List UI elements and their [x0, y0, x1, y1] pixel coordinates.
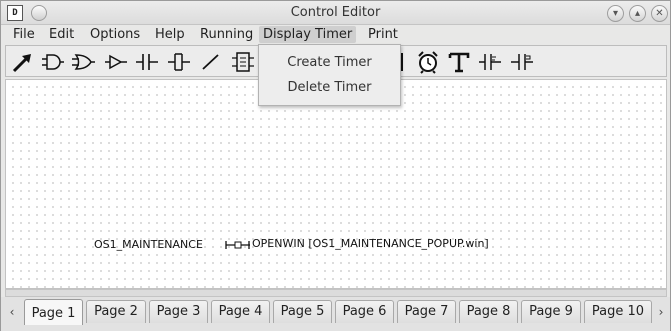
contact-icon[interactable]	[134, 49, 160, 75]
create-timer-menu-item[interactable]: Create Timer	[259, 51, 400, 75]
and-gate-icon[interactable]	[40, 49, 66, 75]
openwin-coil-symbol[interactable]	[225, 240, 251, 250]
close-button[interactable]: ✕	[651, 5, 668, 22]
positive-contact-icon[interactable]	[477, 49, 503, 75]
tab-page-8[interactable]: Page 8	[459, 300, 518, 323]
tab-scroll-right-icon[interactable]: ›	[654, 301, 668, 323]
canvas-label-openwin[interactable]: OPENWIN [OS1_MAINTENANCE_POPUP.win]	[252, 237, 489, 250]
alarm-clock-icon[interactable]	[415, 49, 441, 75]
minimize-button[interactable]: ▾	[607, 5, 624, 22]
positive-coil-icon[interactable]	[509, 49, 535, 75]
menu-display-timer[interactable]: Display Timer	[259, 26, 357, 43]
window-title: Control Editor	[290, 5, 381, 20]
canvas-label-os1-maintenance[interactable]: OS1_MAINTENANCE	[94, 238, 203, 251]
menu-help[interactable]: Help	[151, 26, 189, 43]
buffer-gate-icon[interactable]	[103, 49, 129, 75]
horizontal-scrollbar[interactable]	[5, 289, 667, 297]
control-editor-window: D Control Editor ▾ ▴ ✕ File Edit Options…	[0, 0, 671, 331]
tab-page-9[interactable]: Page 9	[521, 300, 581, 323]
maximize-button[interactable]: ▴	[629, 5, 646, 22]
menu-file[interactable]: File	[9, 26, 39, 43]
title-bar: D Control Editor ▾ ▴ ✕	[1, 1, 670, 25]
text-icon[interactable]	[446, 49, 472, 75]
arrow-icon[interactable]	[10, 49, 36, 75]
tab-scroll-left-icon[interactable]: ‹	[5, 301, 19, 323]
display-timer-dropdown: Create Timer Delete Timer	[258, 44, 401, 106]
menu-running[interactable]: Running	[196, 26, 257, 43]
page-tab-bar: ‹ Page 1 Page 2 Page 3 Page 4 Page 5 Pag…	[1, 297, 670, 331]
or-gate-icon[interactable]	[70, 49, 96, 75]
menu-options[interactable]: Options	[86, 26, 144, 43]
tab-page-2[interactable]: Page 2	[86, 300, 146, 323]
tab-page-10[interactable]: Page 10	[584, 300, 652, 323]
tab-page-1[interactable]: Page 1	[24, 299, 83, 325]
menu-bar: File Edit Options Help Running Display T…	[1, 25, 670, 44]
function-block-icon[interactable]	[230, 49, 256, 75]
tab-page-6[interactable]: Page 6	[335, 300, 394, 323]
menu-edit[interactable]: Edit	[45, 26, 78, 43]
delete-timer-menu-item[interactable]: Delete Timer	[259, 76, 400, 100]
tab-page-7[interactable]: Page 7	[397, 300, 456, 323]
drawing-canvas[interactable]: OS1_MAINTENANCE OPENWIN [OS1_MAINTENANCE…	[5, 79, 667, 289]
menu-print[interactable]: Print	[364, 26, 402, 43]
line-icon[interactable]	[198, 49, 224, 75]
tab-page-3[interactable]: Page 3	[149, 300, 208, 323]
tab-page-4[interactable]: Page 4	[211, 300, 270, 323]
coil-icon[interactable]	[166, 49, 192, 75]
tab-page-5[interactable]: Page 5	[273, 300, 332, 323]
